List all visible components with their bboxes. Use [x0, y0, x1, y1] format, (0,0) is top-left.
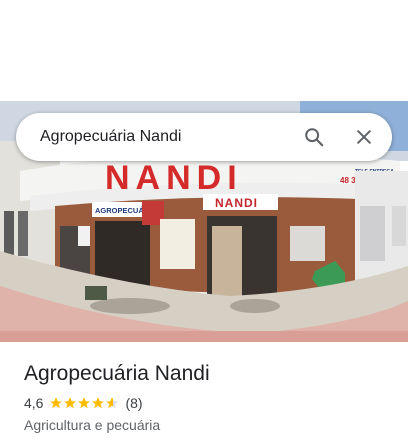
place-info-card[interactable]: Agropecuária Nandi 4,6 (8) Agricultura e… — [0, 342, 408, 444]
rating-row[interactable]: 4,6 (8) — [24, 395, 143, 411]
star-icon — [92, 397, 105, 409]
place-title: Agropecuária Nandi — [24, 362, 210, 385]
star-icon — [64, 397, 77, 409]
place-category: Agricultura e pecuária — [24, 417, 161, 433]
star-icon — [78, 397, 91, 409]
close-icon[interactable] — [344, 117, 384, 157]
review-count[interactable]: (8) — [125, 395, 142, 411]
star-icon — [50, 397, 63, 409]
top-blank-area — [0, 0, 408, 101]
photo-sign-center: NANDI — [215, 196, 258, 210]
star-half-icon — [106, 397, 119, 409]
star-rating — [49, 396, 119, 410]
search-bar[interactable]: Agropecuária Nandi — [16, 113, 392, 161]
rating-value: 4,6 — [24, 395, 44, 411]
photo-sign-main: NANDI — [105, 159, 243, 197]
search-input[interactable]: Agropecuária Nandi — [40, 128, 294, 146]
search-icon[interactable] — [294, 117, 334, 157]
